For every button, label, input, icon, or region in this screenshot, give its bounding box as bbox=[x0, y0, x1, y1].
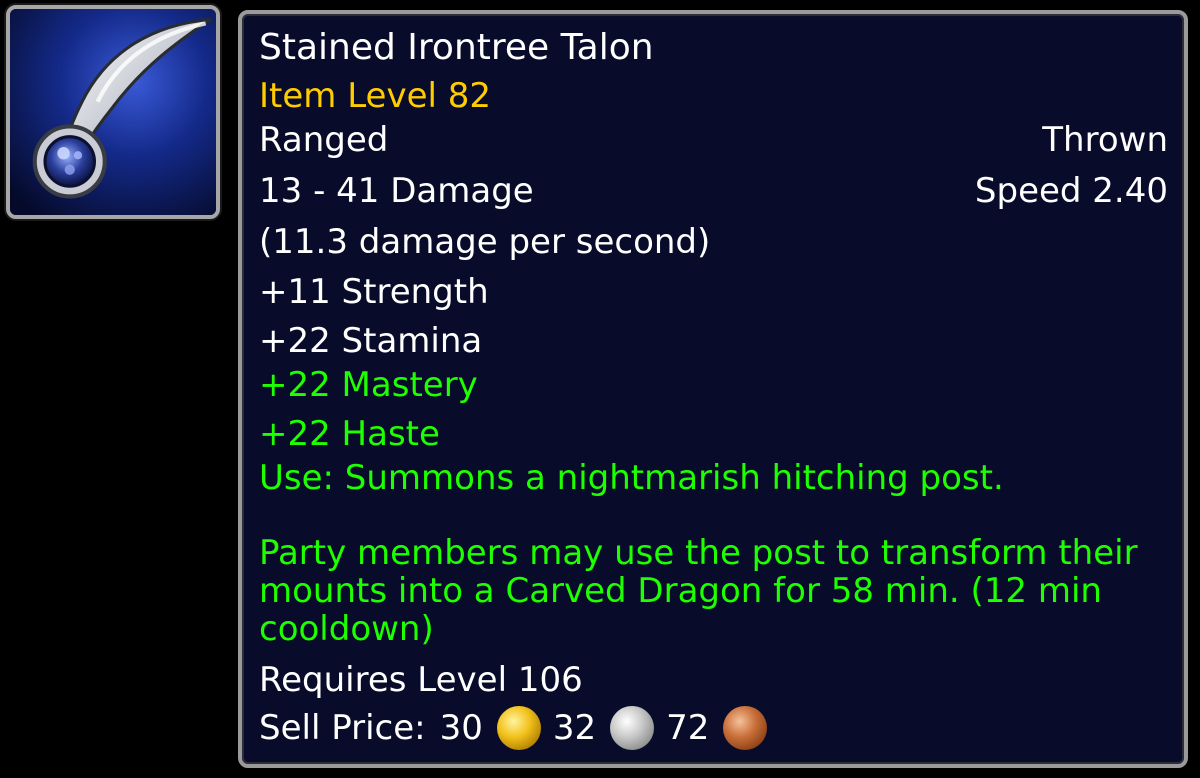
stat-haste: +22 Haste bbox=[259, 414, 440, 454]
copper-coin-icon bbox=[723, 706, 768, 750]
item-tooltip: Stained Irontree Talon Item Level 82 Ran… bbox=[238, 10, 1188, 768]
dps-line: (11.3 damage per second) bbox=[259, 222, 711, 262]
stat-stamina: +22 Stamina bbox=[259, 321, 483, 361]
item-icon-frame[interactable] bbox=[6, 5, 220, 219]
stat-mastery: +22 Mastery bbox=[259, 365, 478, 405]
required-level: Requires Level 106 bbox=[259, 660, 583, 700]
damage-row: 13 - 41 Damage Speed 2.40 bbox=[259, 171, 1168, 211]
item-name: Stained Irontree Talon bbox=[259, 27, 654, 68]
sell-price: Sell Price: 30 32 72 bbox=[259, 706, 1168, 750]
item-level: Item Level 82 bbox=[259, 76, 492, 116]
slot-type: Ranged bbox=[259, 120, 389, 160]
throwing-talon-icon bbox=[10, 9, 216, 215]
stat-strength: +11 Strength bbox=[259, 272, 489, 312]
slot-row: Ranged Thrown bbox=[259, 120, 1168, 160]
damage-range: 13 - 41 Damage bbox=[259, 171, 534, 211]
use-description: Party members may use the post to transf… bbox=[259, 533, 1138, 649]
sell-silver-amount: 32 bbox=[552, 708, 597, 748]
silver-coin-icon bbox=[610, 706, 655, 750]
weapon-speed: Speed 2.40 bbox=[974, 171, 1168, 211]
gold-coin-icon bbox=[496, 706, 541, 750]
sell-copper-amount: 72 bbox=[666, 708, 710, 748]
use-effect: Use: Summons a nightmarish hitching post… bbox=[259, 458, 1004, 498]
sell-gold-amount: 30 bbox=[439, 708, 483, 748]
weapon-type: Thrown bbox=[1042, 120, 1168, 160]
sell-price-label: Sell Price: bbox=[259, 708, 426, 748]
